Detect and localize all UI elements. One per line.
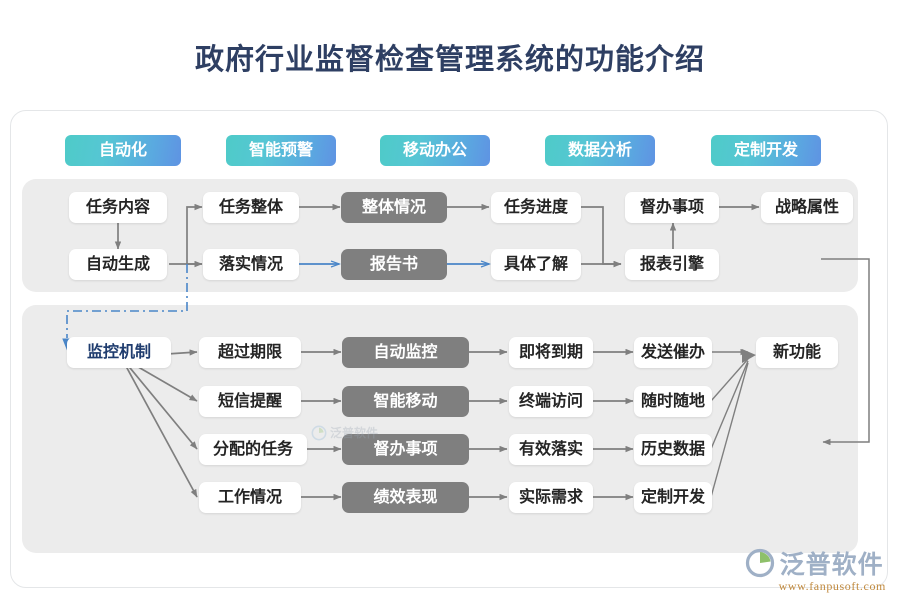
node-supervise-item-upper[interactable]: 督办事项 bbox=[625, 192, 719, 223]
tag-data-analysis[interactable]: 数据分析 bbox=[545, 135, 655, 166]
node-task-progress[interactable]: 任务进度 bbox=[491, 192, 581, 223]
node-anytime-anywhere[interactable]: 随时随地 bbox=[634, 386, 712, 417]
node-due-soon[interactable]: 即将到期 bbox=[509, 337, 593, 368]
node-overdue[interactable]: 超过期限 bbox=[199, 337, 301, 368]
fanpu-brand-icon bbox=[745, 548, 774, 578]
node-auto-monitor[interactable]: 自动监控 bbox=[342, 337, 469, 368]
node-assigned-task[interactable]: 分配的任务 bbox=[199, 434, 307, 465]
brand-url: www.fanpusoft.com bbox=[778, 579, 886, 593]
tag-smart-alert[interactable]: 智能预警 bbox=[226, 135, 336, 166]
node-work-status[interactable]: 工作情况 bbox=[199, 482, 301, 513]
node-whole-status[interactable]: 整体情况 bbox=[341, 192, 447, 223]
node-report-engine[interactable]: 报表引擎 bbox=[625, 249, 719, 280]
node-strategy-attribute[interactable]: 战略属性 bbox=[761, 192, 853, 223]
node-detail-understand[interactable]: 具体了解 bbox=[491, 249, 581, 280]
node-supervise-item-lower[interactable]: 督办事项 bbox=[342, 434, 469, 465]
node-task-content[interactable]: 任务内容 bbox=[69, 192, 167, 223]
tag-custom-dev[interactable]: 定制开发 bbox=[711, 135, 821, 166]
tag-automation[interactable]: 自动化 bbox=[65, 135, 181, 166]
brand-logo-row: 泛普软件 bbox=[745, 545, 884, 581]
node-auto-generate[interactable]: 自动生成 bbox=[69, 249, 167, 280]
node-performance[interactable]: 绩效表现 bbox=[342, 482, 469, 513]
node-new-feature[interactable]: 新功能 bbox=[756, 337, 838, 368]
diagram-frame: 自动化 智能预警 移动办公 数据分析 定制开发 任务内容 任务整体 整体情况 任… bbox=[10, 110, 888, 588]
node-send-reminder[interactable]: 发送催办 bbox=[634, 337, 712, 368]
node-effective-implementation[interactable]: 有效落实 bbox=[509, 434, 593, 465]
page-title: 政府行业监督检查管理系统的功能介绍 bbox=[194, 44, 705, 76]
node-monitor-mechanism[interactable]: 监控机制 bbox=[67, 337, 171, 368]
node-sms-reminder[interactable]: 短信提醒 bbox=[199, 386, 301, 417]
tag-mobile-office[interactable]: 移动办公 bbox=[380, 135, 490, 166]
node-custom-development[interactable]: 定制开发 bbox=[634, 482, 712, 513]
brand-name: 泛普软件 bbox=[779, 552, 884, 579]
node-smart-mobile[interactable]: 智能移动 bbox=[342, 386, 469, 417]
node-history-data[interactable]: 历史数据 bbox=[634, 434, 712, 465]
node-report-book[interactable]: 报告书 bbox=[341, 249, 447, 280]
tag-bar: 自动化 智能预警 移动办公 数据分析 定制开发 bbox=[11, 111, 889, 169]
brand-logo: 泛普软件 www.fanpusoft.com bbox=[745, 545, 886, 594]
node-actual-demand[interactable]: 实际需求 bbox=[509, 482, 593, 513]
node-terminal-access[interactable]: 终端访问 bbox=[509, 386, 593, 417]
diagram-root: 政府行业监督检查管理系统的功能介绍 自动化 智能预警 移动办公 数据分析 定制开… bbox=[0, 0, 900, 600]
node-implementation[interactable]: 落实情况 bbox=[203, 249, 299, 280]
node-task-whole[interactable]: 任务整体 bbox=[203, 192, 299, 223]
